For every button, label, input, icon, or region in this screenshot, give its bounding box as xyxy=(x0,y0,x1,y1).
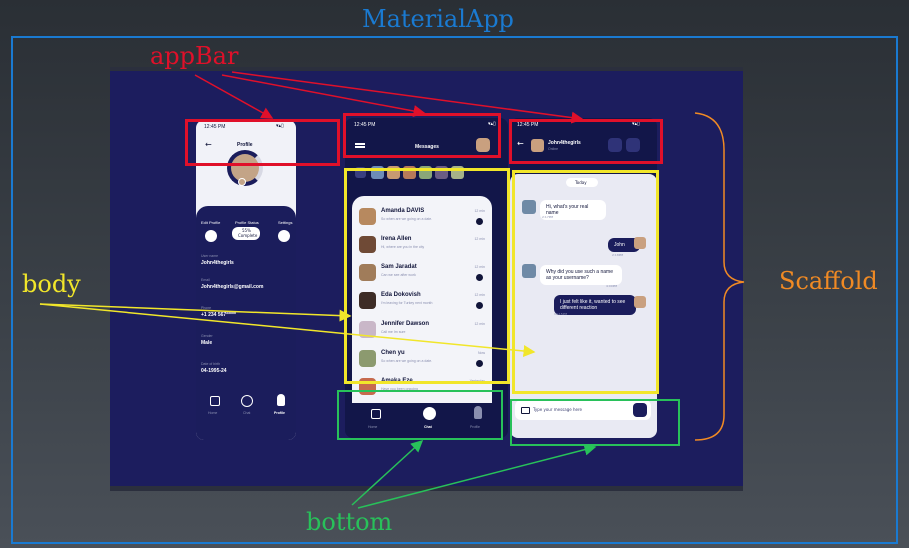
field-value: 04-1995-24 xyxy=(201,368,227,374)
material-app-label: MaterialApp xyxy=(362,5,514,33)
field-value: Male xyxy=(201,340,213,346)
scaffold-label: Scaffold xyxy=(779,267,878,295)
field-label: Date of birth xyxy=(201,362,221,366)
status-text: Complete xyxy=(238,233,258,238)
field-label: Phone xyxy=(201,306,212,310)
appbar-box-chat xyxy=(509,119,663,164)
bottom-box-messages xyxy=(337,390,503,440)
nav-home-label[interactable]: Home xyxy=(208,411,217,415)
field-value: John4thegirls xyxy=(201,260,234,266)
edit-icon[interactable] xyxy=(205,230,217,242)
body-box-chat xyxy=(512,170,659,394)
field-label: Email xyxy=(201,278,210,282)
appbar-box-messages xyxy=(343,113,501,158)
body-label: body xyxy=(22,270,81,298)
edit-profile-label: Edit Profile xyxy=(201,220,221,225)
chat-icon[interactable] xyxy=(241,395,253,407)
avatar-badge xyxy=(238,178,246,186)
appbar-box-profile xyxy=(185,119,340,166)
bottom-label: bottom xyxy=(306,508,393,536)
bottom-box-chat xyxy=(510,399,680,446)
home-icon[interactable] xyxy=(210,396,220,406)
appbar-label: appBar xyxy=(150,42,239,70)
body-box-messages xyxy=(344,168,510,384)
field-value: +1 234 567***** xyxy=(201,312,236,318)
profile-panel: Edit Profile Profile Status Settings 55%… xyxy=(196,206,296,440)
field-value: John4thegirls@gmail.com xyxy=(201,284,264,290)
settings-label: Settings xyxy=(278,220,293,225)
field-label: User name xyxy=(201,254,219,258)
settings-icon[interactable] xyxy=(278,230,290,242)
profile-status-badge: 55% Complete xyxy=(232,227,260,240)
field-label: Gender xyxy=(201,334,213,338)
profile-status-label: Profile Status xyxy=(235,220,259,225)
nav-profile-label[interactable]: Profile xyxy=(274,411,285,415)
nav-chat-label[interactable]: Chat xyxy=(243,411,250,415)
profile-screen: 12:45 PM ▾▴▯ ← Profile Edit Profile Prof… xyxy=(196,120,296,440)
profile-icon[interactable] xyxy=(277,394,285,406)
